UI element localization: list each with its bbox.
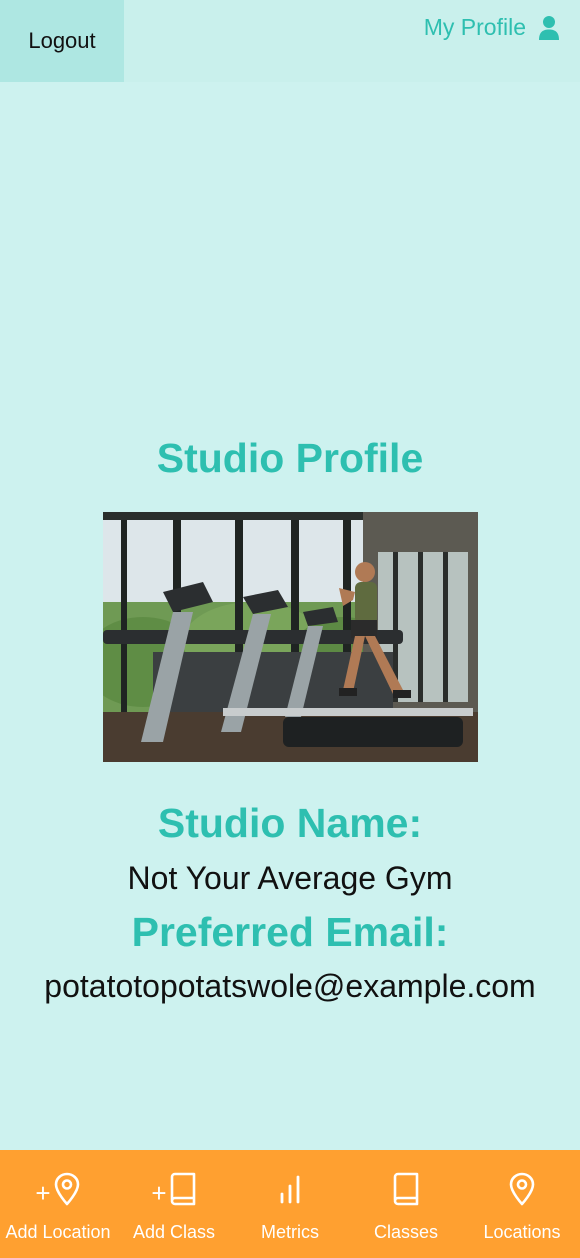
logout-button[interactable]: Logout	[0, 0, 124, 82]
map-pin-icon	[53, 1172, 81, 1211]
nav-add-location-label: Add Location	[5, 1222, 111, 1242]
preferred-email-label: Preferred Email:	[131, 909, 449, 955]
page-title: Studio Profile	[156, 435, 424, 481]
nav-classes[interactable]: Classes	[348, 1150, 464, 1258]
book-icon	[169, 1172, 197, 1211]
nav-add-class[interactable]: + Add Class	[116, 1150, 232, 1258]
my-profile-label: My Profile	[423, 14, 526, 40]
bar-chart-icon	[276, 1172, 304, 1211]
nav-add-location[interactable]: + Add Location	[0, 1150, 116, 1258]
studio-name-label: Studio Name:	[157, 800, 423, 846]
studio-photo	[102, 512, 478, 762]
book-icon	[392, 1172, 420, 1211]
nav-locations-label: Locations	[483, 1222, 561, 1242]
nav-locations[interactable]: Locations	[464, 1150, 580, 1258]
top-bar: Logout My Profile	[0, 0, 580, 82]
plus-icon: +	[35, 1178, 51, 1208]
nav-add-class-label: Add Class	[132, 1222, 216, 1242]
bottom-navigation: + Add Location + Add Class Metrics Class…	[0, 1150, 580, 1258]
nav-classes-label: Classes	[373, 1222, 439, 1242]
map-pin-icon	[508, 1172, 536, 1211]
studio-profile-content: Studio Profile Studio Name: Not Your Ave…	[0, 430, 580, 1012]
nav-metrics-label: Metrics	[261, 1222, 319, 1242]
app-page: Logout My Profile Studio Profile Studio …	[0, 0, 580, 1258]
studio-name-value: Not Your Average Gym	[127, 860, 453, 896]
nav-metrics[interactable]: Metrics	[232, 1150, 348, 1258]
plus-icon: +	[151, 1178, 167, 1208]
preferred-email-value: potatotopotatswole@example.com	[44, 968, 536, 1004]
my-profile-link[interactable]: My Profile	[424, 14, 560, 41]
logout-label: Logout	[28, 28, 96, 53]
user-icon	[538, 15, 560, 41]
